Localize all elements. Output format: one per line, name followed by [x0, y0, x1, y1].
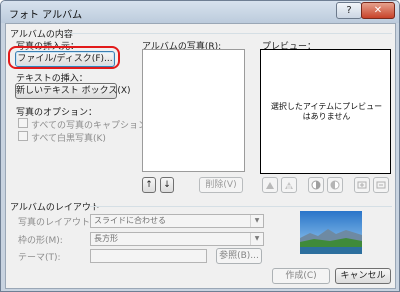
- title-bar: フォト アルバム ? ✕: [1, 1, 399, 23]
- frame-shape-value: 長方形: [94, 234, 118, 243]
- chevron-down-icon: ▼: [250, 215, 263, 227]
- brightness-down-icon: [376, 181, 386, 189]
- browse-button[interactable]: 参照(B)...: [216, 248, 262, 264]
- brightness-up-icon: [357, 181, 367, 189]
- frame-shape-select[interactable]: 長方形 ▼: [90, 232, 264, 246]
- move-up-button[interactable]: ↑: [142, 177, 156, 193]
- black-white-checkbox[interactable]: [18, 131, 28, 141]
- delete-button[interactable]: 削除(V): [199, 177, 243, 193]
- cancel-button[interactable]: キャンセル: [335, 268, 391, 284]
- photo-album-dialog: フォト アルバム ? ✕ アルバムの内容 写真の挿入元： ファイル/ディスク(F…: [0, 0, 400, 292]
- layout-thumbnail: [300, 211, 362, 254]
- theme-label: テーマ(T):: [18, 253, 61, 263]
- move-down-button[interactable]: ↓: [160, 177, 174, 193]
- caption-checkbox-label: すべての写真のキャプション(A): [31, 121, 161, 131]
- chevron-down-icon: ▼: [250, 233, 263, 245]
- picture-layout-value: スライドに合わせる: [94, 216, 166, 225]
- contrast-up-button[interactable]: [308, 177, 324, 193]
- album-content-divider: [64, 33, 392, 34]
- file-disk-highlight: [8, 46, 120, 69]
- theme-input[interactable]: [90, 249, 207, 263]
- brightness-up-button[interactable]: [354, 177, 370, 193]
- new-textbox-button[interactable]: 新しいテキスト ボックス(X): [15, 83, 131, 99]
- album-photos-listbox[interactable]: [142, 49, 245, 172]
- contrast-down-button[interactable]: [327, 177, 343, 193]
- picture-layout-select[interactable]: スライドに合わせる ▼: [90, 214, 264, 228]
- window-title: フォト アルバム: [9, 10, 83, 21]
- contrast-up-icon: [311, 180, 321, 190]
- brightness-down-button[interactable]: [373, 177, 389, 193]
- rotate-right-button[interactable]: [281, 177, 297, 193]
- caption-checkbox[interactable]: [18, 118, 28, 128]
- create-button[interactable]: 作成(C): [272, 268, 330, 284]
- close-button[interactable]: ✕: [361, 2, 395, 19]
- photo-options-label: 写真のオプション：: [16, 108, 98, 118]
- album-layout-divider: [90, 206, 392, 207]
- black-white-checkbox-label: すべて白黒写真(K): [31, 134, 106, 144]
- contrast-down-icon: [330, 180, 340, 190]
- preview-pane: 選択したアイテムにプレビューはありません: [260, 49, 391, 174]
- album-layout-heading: アルバムのレイアウト: [10, 203, 100, 213]
- landscape-thumbnail-image: [300, 211, 362, 254]
- rotate-left-button[interactable]: [262, 177, 278, 193]
- help-button[interactable]: ?: [336, 2, 362, 19]
- preview-message: 選択したアイテムにプレビューはありません: [270, 102, 383, 121]
- rotate-left-icon: [266, 182, 274, 189]
- frame-shape-label: 枠の形(M):: [18, 236, 63, 246]
- rotate-right-icon: [285, 182, 293, 189]
